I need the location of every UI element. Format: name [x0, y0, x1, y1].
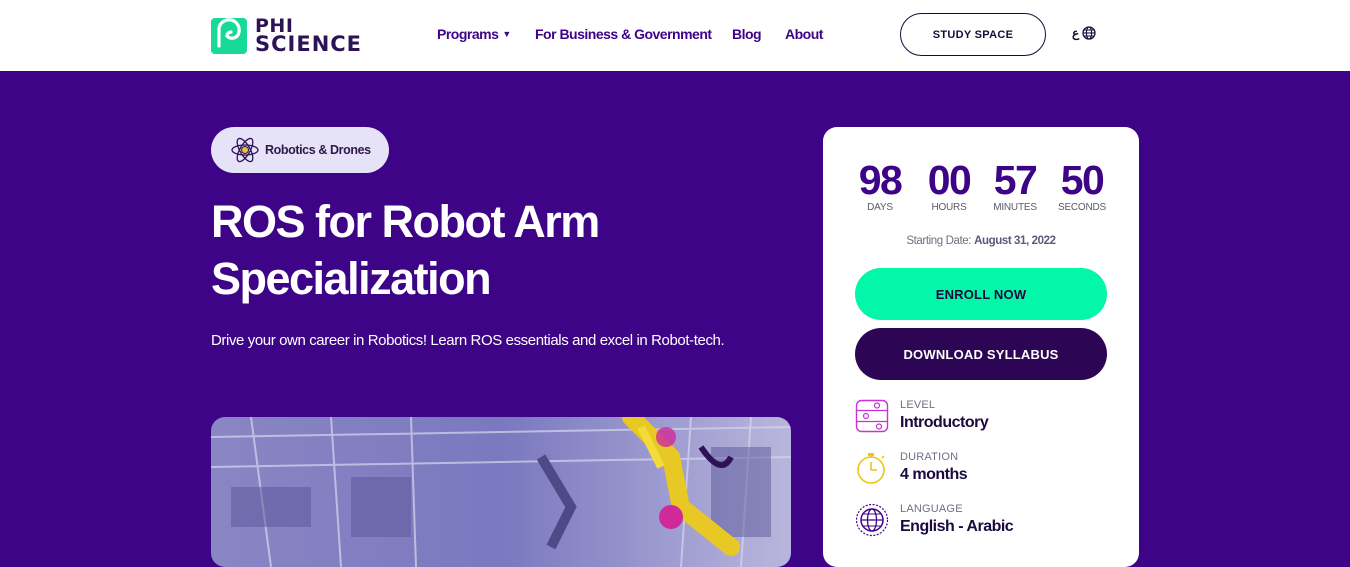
phi-science-logo[interactable]: PHI SCIENCE — [211, 17, 381, 56]
site-header: PHI SCIENCE Programs ▼ For Business & Gov… — [0, 0, 1350, 71]
countdown-days-value: 98 — [858, 157, 903, 203]
duration-info: DURATION 4 months — [855, 451, 1115, 491]
language-info: LANGUAGE English - Arabic — [855, 503, 1115, 543]
nav-blog[interactable]: Blog — [732, 26, 762, 42]
category-tag[interactable]: Robotics & Drones — [211, 127, 389, 173]
countdown-minutes: 57 MINUTES — [985, 157, 1045, 213]
course-subtitle: Drive your own career in Robotics! Learn… — [211, 332, 725, 349]
atom-icon — [231, 137, 259, 163]
countdown-seconds-value: 50 — [1060, 157, 1105, 203]
robot-arm-illustration — [211, 417, 791, 567]
level-info: LEVEL Introductory — [855, 399, 1115, 439]
language-value: English - Arabic — [900, 518, 1014, 535]
countdown-days-label: DAYS — [867, 202, 893, 213]
nav-programs-label: Programs — [437, 26, 499, 42]
countdown-minutes-value: 57 — [993, 157, 1038, 203]
countdown-seconds-label: SECONDS — [1057, 202, 1107, 213]
nav-about[interactable]: About — [785, 26, 823, 42]
level-value: Introductory — [900, 414, 989, 431]
arabic-lang-label: ع — [1072, 26, 1080, 40]
globe-language-icon — [855, 503, 889, 537]
countdown-hours-value: 00 — [927, 157, 972, 203]
course-title-line2: Specialization — [211, 253, 492, 304]
robot-arm-image — [211, 417, 791, 567]
duration-label: DURATION — [900, 451, 959, 463]
enroll-now-button[interactable]: ENROLL NOW — [855, 268, 1107, 320]
enrollment-card: 98 DAYS 00 HOURS 57 MINUTES 50 SECONDS S… — [823, 127, 1139, 567]
countdown-seconds: 50 SECONDS — [1052, 157, 1112, 213]
download-syllabus-button[interactable]: DOWNLOAD SYLLABUS — [855, 328, 1107, 380]
stopwatch-icon — [857, 453, 885, 484]
countdown-days: 98 DAYS — [849, 157, 911, 213]
starting-date: Starting Date: August 31, 2022 — [823, 235, 1139, 247]
category-tag-label: Robotics & Drones — [265, 143, 371, 157]
logo-line2: SCIENCE — [255, 32, 363, 56]
study-space-button[interactable]: STUDY SPACE — [900, 13, 1046, 56]
starting-date-value: August 31, 2022 — [974, 235, 1056, 247]
countdown-minutes-label: MINUTES — [993, 202, 1037, 213]
course-title: ROS for Robot Arm Specialization — [211, 193, 771, 307]
course-title-line1: ROS for Robot Arm — [211, 196, 600, 247]
starting-date-label: Starting Date: — [906, 235, 972, 247]
level-label: LEVEL — [900, 399, 936, 411]
globe-icon — [1082, 26, 1096, 40]
language-label: LANGUAGE — [900, 503, 963, 515]
nav-business-government[interactable]: For Business & Government — [535, 26, 712, 42]
logo-mark-icon — [211, 18, 247, 54]
level-sliders-icon — [855, 399, 889, 433]
countdown-hours-label: HOURS — [931, 202, 967, 213]
countdown-hours: 00 HOURS — [917, 157, 981, 213]
logo-wordmark: PHI SCIENCE — [255, 17, 363, 56]
caret-down-icon: ▼ — [502, 29, 511, 39]
nav-programs[interactable]: Programs ▼ — [437, 26, 511, 42]
duration-value: 4 months — [900, 466, 968, 483]
language-switcher[interactable]: ع — [1072, 26, 1096, 40]
